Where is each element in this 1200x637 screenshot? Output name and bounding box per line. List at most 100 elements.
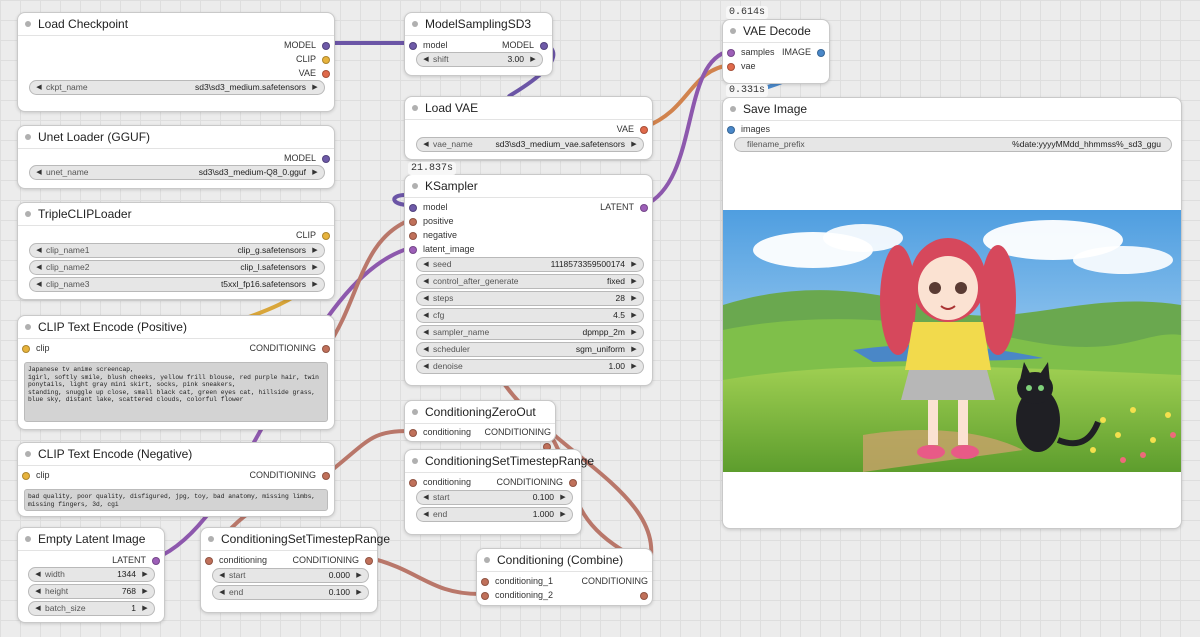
unet-name-combo[interactable]: ◀ unet_name sd3\sd3_medium-Q8_0.gguf ▶ [29,165,325,180]
node-title[interactable]: ModelSamplingSD3 [405,13,552,36]
vae-socket-icon[interactable] [727,62,735,71]
right-arrow-icon[interactable]: ▶ [629,326,639,339]
conditioning-socket-icon[interactable] [322,471,330,480]
conditioning-socket-icon[interactable] [205,556,213,565]
node-title[interactable]: Unet Loader (GGUF) [18,126,334,149]
output-latent[interactable]: LATENT [568,200,648,214]
clip-socket-icon[interactable] [322,231,330,240]
output-model[interactable]: MODEL [210,151,330,165]
left-arrow-icon[interactable]: ◀ [33,585,43,598]
input-conditioning-2[interactable]: conditioning_2 [481,588,571,602]
output-clip[interactable]: CLIP [210,52,330,66]
output-model[interactable]: MODEL [478,38,548,52]
start-number[interactable]: ◀ start 0.100 ▶ [416,490,573,505]
node-title[interactable]: Empty Latent Image [18,528,164,551]
node-title[interactable]: CLIP Text Encode (Positive) [18,316,334,339]
right-arrow-icon[interactable]: ▶ [528,53,538,66]
output-clip[interactable]: CLIP [210,228,330,242]
left-arrow-icon[interactable]: ◀ [421,491,431,504]
load-checkpoint-node[interactable]: Load Checkpoint MODEL CLIP VAE ◀ ckpt_na… [17,12,335,112]
positive-prompt-textarea[interactable]: Japanese tv anime screencap, 1girl, soft… [24,362,328,422]
right-arrow-icon[interactable]: ▶ [310,166,320,179]
conditioning-socket-icon[interactable] [409,478,417,487]
conditioning-socket-icon[interactable] [569,478,577,487]
left-arrow-icon[interactable]: ◀ [217,569,227,582]
empty-latent-image-node[interactable]: Empty Latent Image LATENT ◀ width 1344 ▶… [17,527,165,623]
clip-text-encode-positive-node[interactable]: CLIP Text Encode (Positive) clip CONDITI… [17,315,335,430]
width-number[interactable]: ◀ width 1344 ▶ [28,567,155,582]
start-number[interactable]: ◀ start 0.000 ▶ [212,568,369,583]
left-arrow-icon[interactable]: ◀ [421,53,431,66]
right-arrow-icon[interactable]: ▶ [310,278,320,291]
latent-socket-icon[interactable] [727,48,735,57]
conditioning-combine-node[interactable]: Conditioning (Combine) conditioning_1 CO… [476,548,653,606]
batch-size-number[interactable]: ◀ batch_size 1 ▶ [28,601,155,616]
filename-prefix-text[interactable]: filename_prefix %date:yyyyMMdd_hhmmss%_s… [734,137,1172,152]
input-conditioning-1[interactable]: conditioning_1 [481,574,571,588]
triple-clip-loader-node[interactable]: TripleCLIPLoader CLIP ◀ clip_name1 clip_… [17,202,335,300]
conditioning-socket-icon[interactable] [640,591,648,600]
right-arrow-icon[interactable]: ▶ [310,244,320,257]
node-title[interactable]: Load VAE [405,97,652,120]
latent-socket-icon[interactable] [152,556,160,565]
left-arrow-icon[interactable]: ◀ [421,292,431,305]
sampler-name-combo[interactable]: ◀ sampler_name dpmpp_2m ▶ [416,325,644,340]
model-socket-icon[interactable] [322,154,330,163]
left-arrow-icon[interactable]: ◀ [421,343,431,356]
right-arrow-icon[interactable]: ▶ [558,491,568,504]
node-title[interactable]: ConditioningSetTimestepRange [201,528,390,551]
vae-socket-icon[interactable] [640,125,648,134]
input-clip[interactable]: clip [22,468,142,482]
output-conditioning[interactable]: CONDITIONING [568,574,648,600]
right-arrow-icon[interactable]: ▶ [140,585,150,598]
input-latent-image[interactable]: latent_image [409,242,519,256]
steps-number[interactable]: ◀ steps 28 ▶ [416,291,644,306]
input-model[interactable]: model [409,200,519,214]
input-model[interactable]: model [409,38,479,52]
right-arrow-icon[interactable]: ▶ [629,292,639,305]
left-arrow-icon[interactable]: ◀ [421,258,431,271]
conditioning-socket-icon[interactable] [409,428,417,437]
vae-name-combo[interactable]: ◀ vae_name sd3\sd3_medium_vae.safetensor… [416,137,644,152]
left-arrow-icon[interactable]: ◀ [421,138,431,151]
output-image[interactable]: IMAGE [775,45,825,59]
vae-decode-node[interactable]: VAE Decode samples IMAGE vae [722,19,830,84]
input-images[interactable]: images [727,122,807,136]
conditioning-socket-icon[interactable] [365,556,373,565]
conditioning-socket-icon[interactable] [322,344,330,353]
clip-socket-icon[interactable] [22,344,30,353]
vae-socket-icon[interactable] [322,69,330,78]
input-conditioning[interactable]: conditioning [409,475,489,489]
ckpt-name-combo[interactable]: ◀ ckpt_name sd3\sd3_medium.safetensors ▶ [29,80,325,95]
right-arrow-icon[interactable]: ▶ [629,275,639,288]
conditioning-socket-icon[interactable] [409,231,417,240]
end-number[interactable]: ◀ end 0.100 ▶ [212,585,369,600]
left-arrow-icon[interactable]: ◀ [421,309,431,322]
node-title[interactable]: ConditioningSetTimestepRange [405,450,594,473]
output-conditioning[interactable]: CONDITIONING [471,425,551,451]
output-conditioning[interactable]: CONDITIONING [190,341,330,355]
clip-name2-combo[interactable]: ◀ clip_name2 clip_l.safetensors ▶ [29,260,325,275]
clip-socket-icon[interactable] [22,471,30,480]
height-number[interactable]: ◀ height 768 ▶ [28,584,155,599]
input-vae[interactable]: vae [727,59,787,73]
left-arrow-icon[interactable]: ◀ [421,326,431,339]
left-arrow-icon[interactable]: ◀ [34,166,44,179]
right-arrow-icon[interactable]: ▶ [629,138,639,151]
left-arrow-icon[interactable]: ◀ [33,602,43,615]
negative-prompt-textarea[interactable]: bad quality, poor quality, disfigured, j… [24,489,328,511]
left-arrow-icon[interactable]: ◀ [34,81,44,94]
unet-loader-node[interactable]: Unet Loader (GGUF) MODEL ◀ unet_name sd3… [17,125,335,189]
node-title[interactable]: VAE Decode [723,20,829,43]
right-arrow-icon[interactable]: ▶ [629,360,639,373]
left-arrow-icon[interactable]: ◀ [34,278,44,291]
left-arrow-icon[interactable]: ◀ [34,261,44,274]
left-arrow-icon[interactable]: ◀ [421,508,431,521]
conditioning-socket-icon[interactable] [481,577,489,586]
save-image-node[interactable]: Save Image images filename_prefix %date:… [722,97,1182,529]
input-clip[interactable]: clip [22,341,142,355]
output-conditioning[interactable]: CONDITIONING [190,468,330,482]
control-after-generate-combo[interactable]: ◀ control_after_generate fixed ▶ [416,274,644,289]
seed-number[interactable]: ◀ seed 1118573359500174 ▶ [416,257,644,272]
model-socket-icon[interactable] [409,203,417,212]
